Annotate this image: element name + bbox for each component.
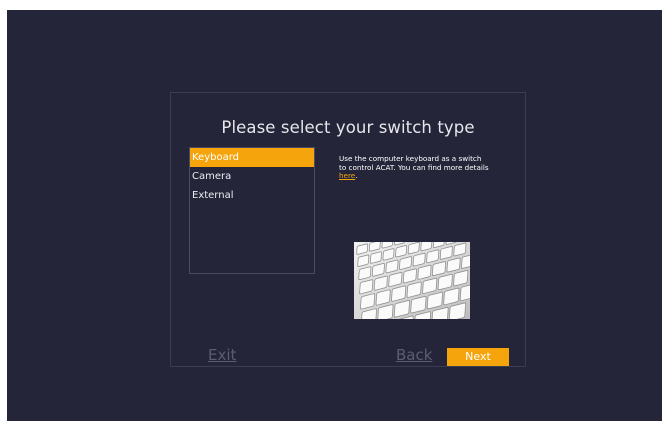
back-button[interactable]: Back xyxy=(396,346,432,364)
exit-button[interactable]: Exit xyxy=(208,346,236,364)
list-item-keyboard[interactable]: Keyboard xyxy=(190,148,314,167)
dialog-title: Please select your switch type xyxy=(221,118,475,137)
list-item-camera[interactable]: Camera xyxy=(190,167,314,186)
description-text: Use the computer keyboard as a switch to… xyxy=(339,154,489,172)
list-item-external[interactable]: External xyxy=(190,186,314,205)
switch-description: Use the computer keyboard as a switch to… xyxy=(339,154,489,181)
next-button[interactable]: Next xyxy=(447,348,509,366)
description-suffix: . xyxy=(355,171,358,181)
switch-type-list[interactable]: Keyboard Camera External xyxy=(189,147,315,274)
keyboard-photo-icon xyxy=(354,242,470,319)
switch-type-dialog: Please select your switch type Keyboard … xyxy=(170,92,526,367)
app-window: Please select your switch type Keyboard … xyxy=(7,10,662,421)
details-link[interactable]: here xyxy=(339,171,355,180)
